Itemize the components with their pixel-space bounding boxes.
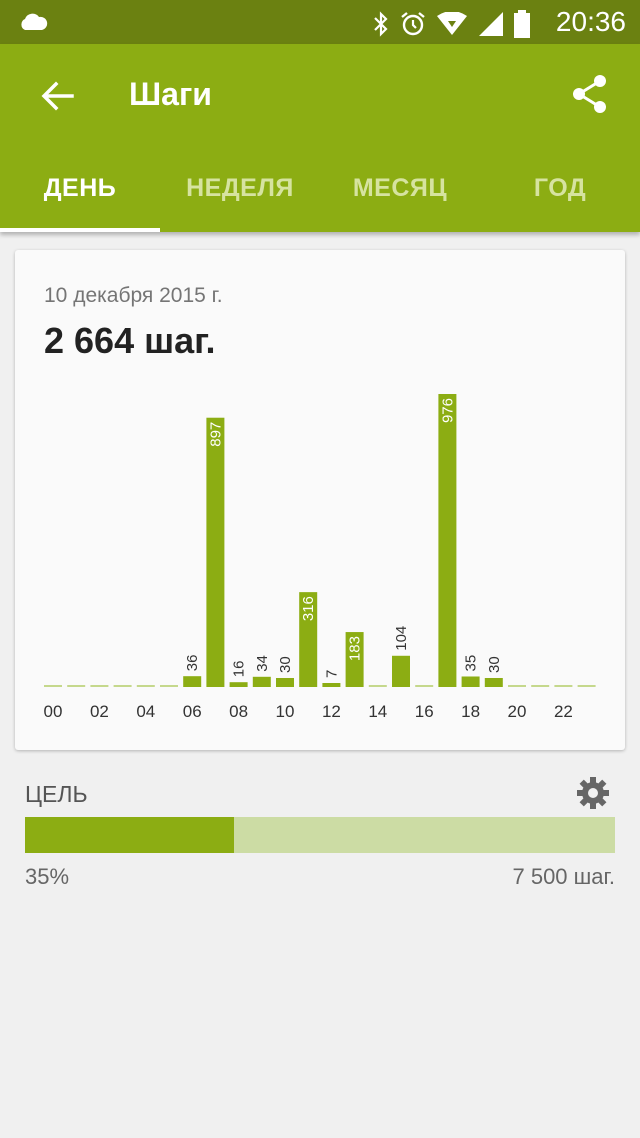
bar-hour-08 — [229, 682, 248, 687]
x-tick-label: 20 — [508, 702, 527, 721]
bar-hour-16 — [415, 685, 434, 687]
bar-hour-04 — [136, 685, 155, 687]
bar-hour-12 — [322, 683, 341, 687]
bar-value-label: 7 — [323, 670, 340, 678]
page-title: Шаги — [129, 76, 212, 112]
status-time: 20:36 — [555, 6, 626, 37]
battery-icon — [514, 10, 530, 38]
x-tick-label: 10 — [276, 702, 295, 721]
bar-hour-01 — [67, 685, 86, 687]
arrow-back-icon[interactable] — [40, 78, 76, 114]
bar-hour-00 — [44, 685, 62, 687]
bar-hour-05 — [160, 685, 178, 687]
goal-percent: 35% — [25, 864, 70, 889]
bar-value-label: 36 — [184, 655, 201, 672]
x-tick-label: 18 — [461, 702, 480, 721]
tab-year[interactable]: ГОД — [480, 144, 640, 232]
tab-day[interactable]: ДЕНЬ — [0, 144, 160, 232]
bar-value-label: 976 — [439, 398, 456, 423]
cloud-icon — [21, 13, 48, 30]
x-tick-label: 02 — [90, 702, 109, 721]
x-tick-label: 04 — [136, 702, 155, 721]
x-tick-label: 16 — [415, 702, 434, 721]
alarm-icon — [401, 12, 425, 36]
hourly-steps-chart: 36 897 16 34 30 316 7 183 104 976 35 30 00 02 04 06 08 10… — [44, 394, 596, 721]
bar-value-label: 30 — [277, 656, 294, 673]
bar-value-label: 316 — [300, 596, 317, 621]
tab-bar: ДЕНЬ НЕДЕЛЯ МЕСЯЦ ГОД — [0, 144, 640, 232]
wifi-icon — [437, 12, 467, 35]
status-bar: 20:36 — [0, 0, 640, 44]
bar-hour-22 — [554, 685, 573, 687]
bar-hour-14 — [368, 685, 387, 687]
bluetooth-icon — [374, 11, 388, 37]
bar-hour-19 — [484, 677, 503, 687]
bar-hour-21 — [531, 685, 550, 687]
bar-hour-17 — [438, 394, 457, 687]
bar-value-label: 34 — [254, 655, 271, 672]
share-icon[interactable] — [572, 74, 608, 114]
bar-value-label: 104 — [393, 626, 410, 651]
bar-hour-07 — [206, 417, 225, 687]
x-tick-label: 06 — [183, 702, 202, 721]
x-tick-label: 14 — [368, 702, 387, 721]
bar-hour-20 — [508, 685, 526, 687]
bar-hour-06 — [183, 676, 202, 687]
signal-icon — [479, 12, 503, 36]
app-bar: Шаги ДЕНЬ НЕДЕЛЯ МЕСЯЦ ГОД — [0, 44, 640, 232]
bar-hour-18 — [461, 676, 480, 687]
bar-value-label: 16 — [231, 661, 248, 678]
bar-value-label: 897 — [207, 422, 224, 447]
bar-value-label: 30 — [486, 656, 503, 673]
x-tick-label: 22 — [554, 702, 573, 721]
tab-week[interactable]: НЕДЕЛЯ — [160, 144, 320, 232]
steps-card: 10 декабря 2015 г. 2 664 шаг. 36 897 16 34 3… — [15, 250, 625, 750]
x-tick-label: 12 — [322, 702, 341, 721]
bar-hour-10 — [276, 677, 294, 687]
goal-progress-fill — [25, 817, 235, 853]
goal-label: ЦЕЛЬ — [25, 781, 88, 807]
goal-progress-bar — [25, 817, 615, 853]
bar-hour-03 — [113, 685, 132, 687]
bar-hour-09 — [252, 676, 271, 687]
goal-target: 7 500 шаг. — [512, 864, 615, 889]
bar-hour-15 — [392, 655, 410, 687]
bar-hour-02 — [90, 685, 109, 687]
tab-month[interactable]: МЕСЯЦ — [320, 144, 480, 232]
bar-value-label: 35 — [463, 655, 480, 672]
bar-value-label: 183 — [347, 636, 364, 661]
gear-icon[interactable] — [576, 776, 610, 810]
bar-hour-23 — [577, 685, 596, 687]
x-tick-label: 08 — [229, 702, 248, 721]
x-tick-label: 00 — [44, 702, 63, 721]
